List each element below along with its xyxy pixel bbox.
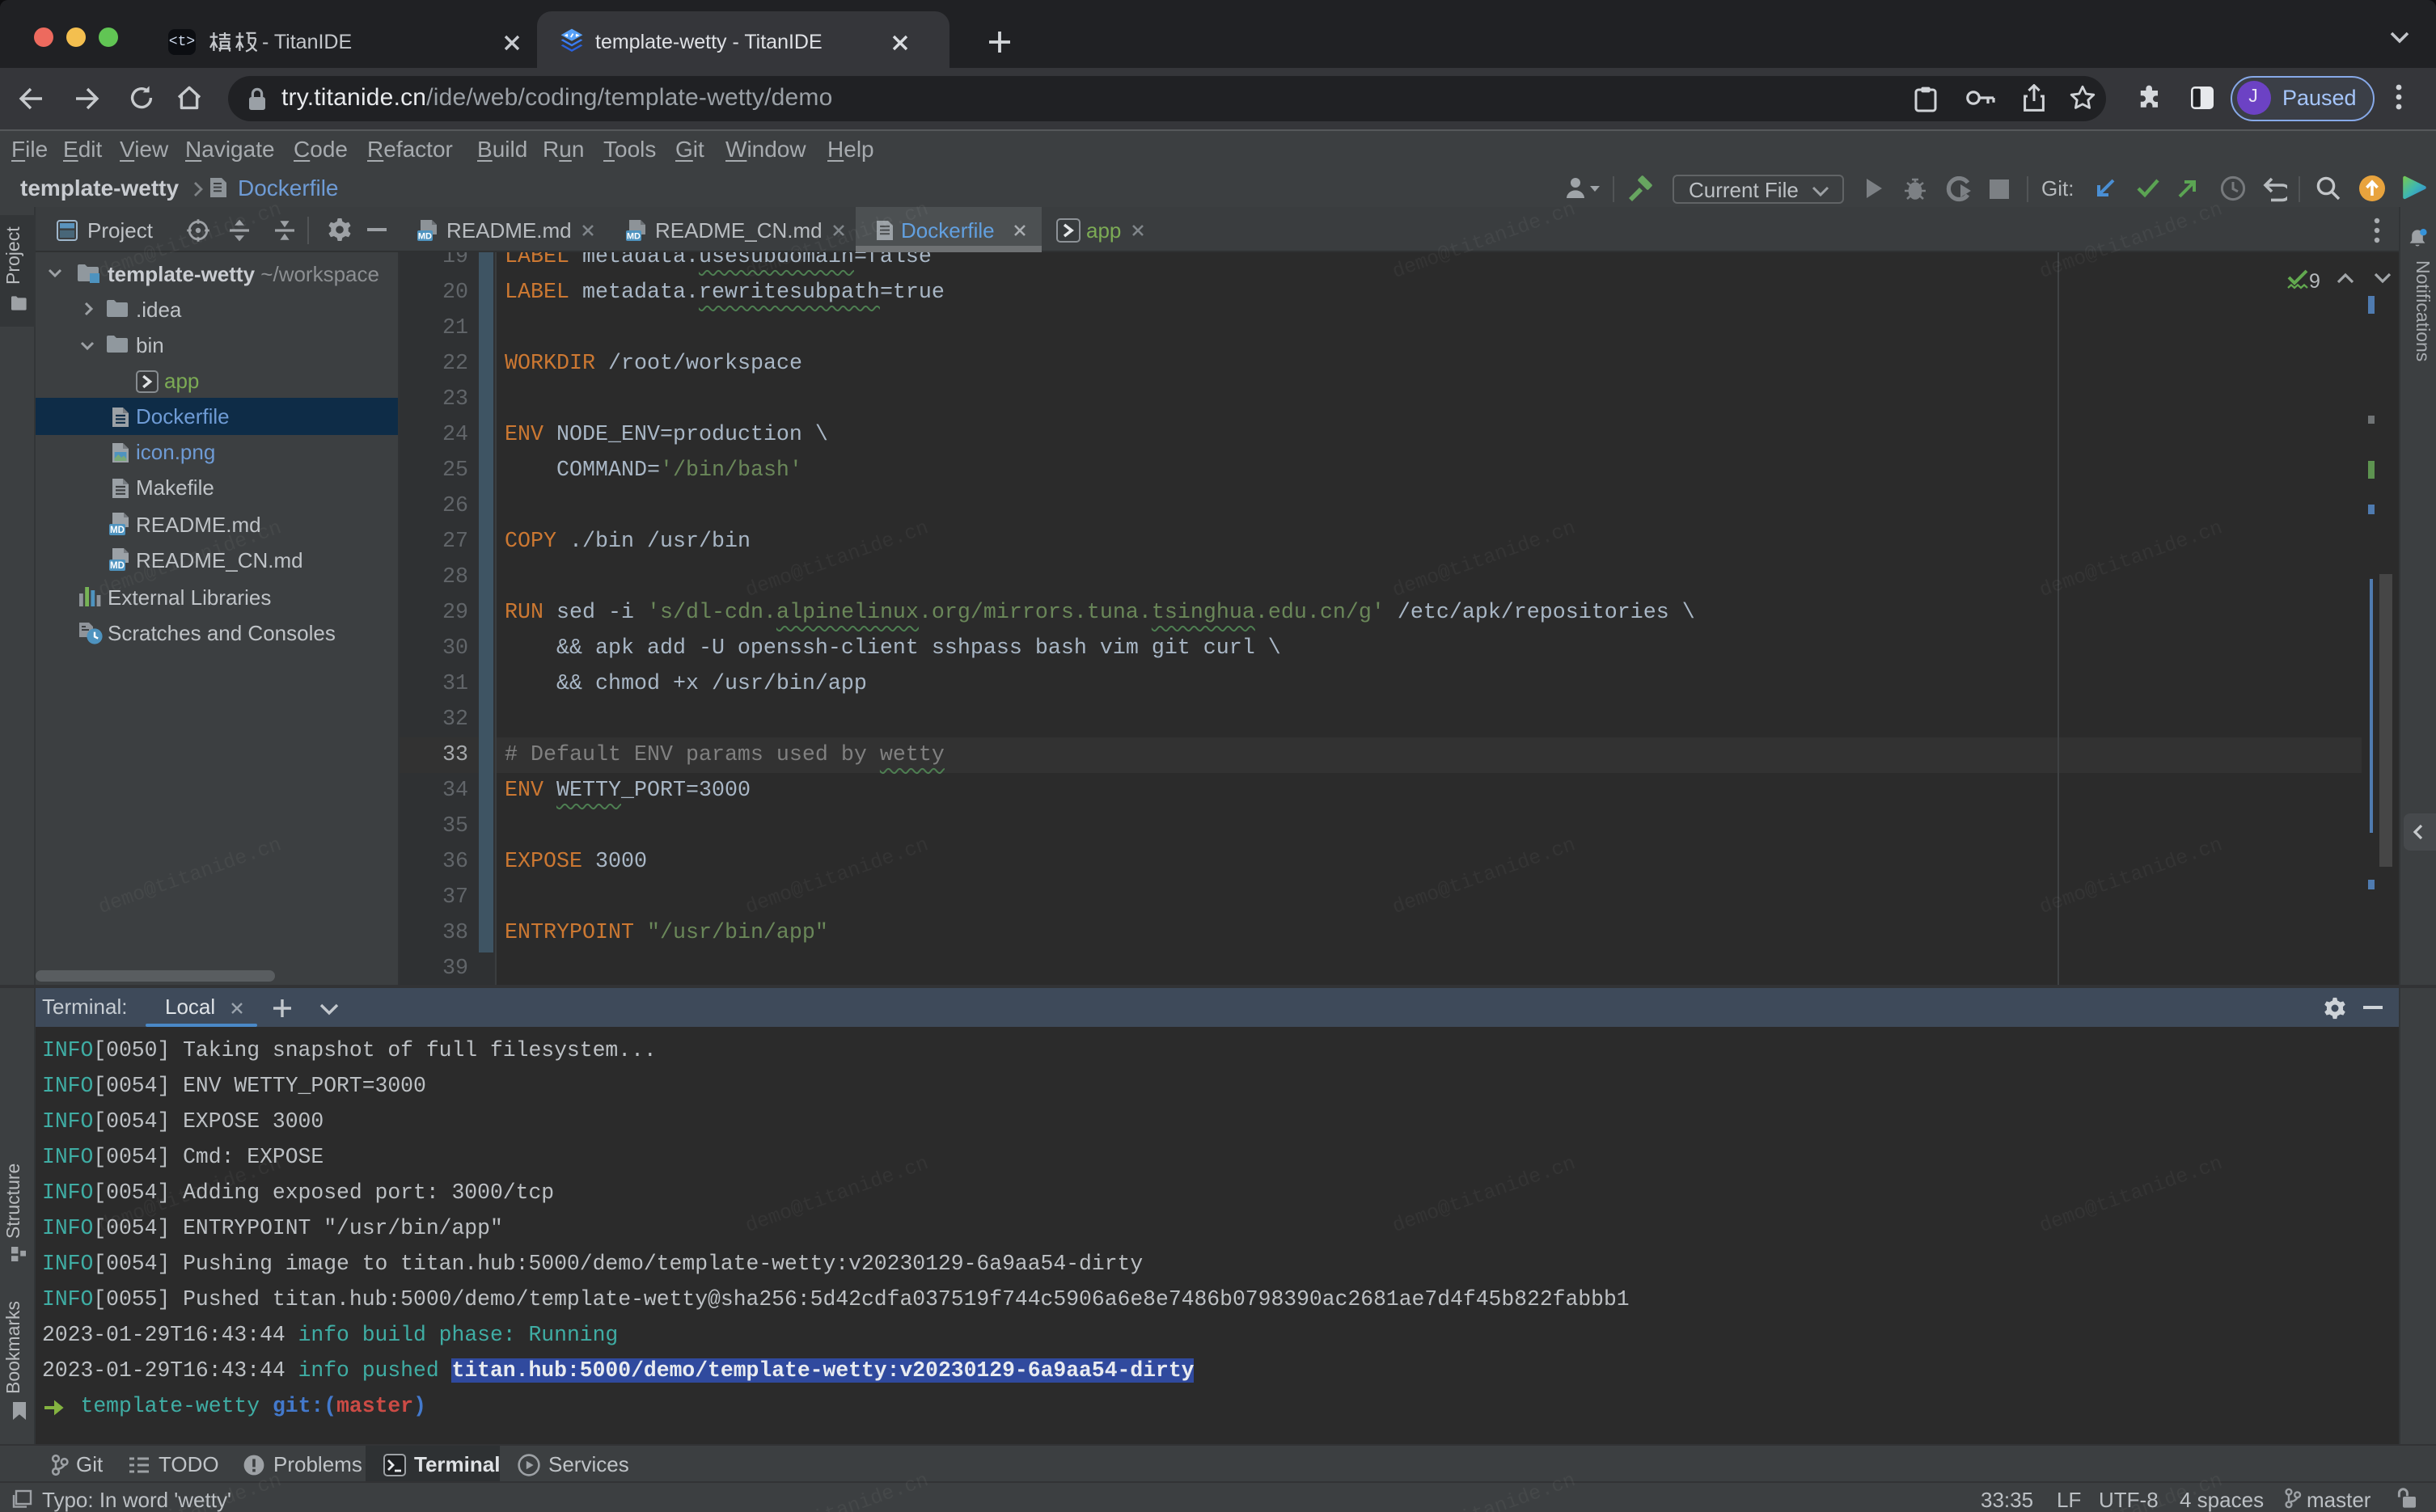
svg-text:MD: MD (110, 561, 125, 572)
svg-text:MD: MD (110, 525, 125, 535)
svg-text:MD: MD (417, 231, 431, 241)
svg-text:MD: MD (627, 231, 641, 241)
